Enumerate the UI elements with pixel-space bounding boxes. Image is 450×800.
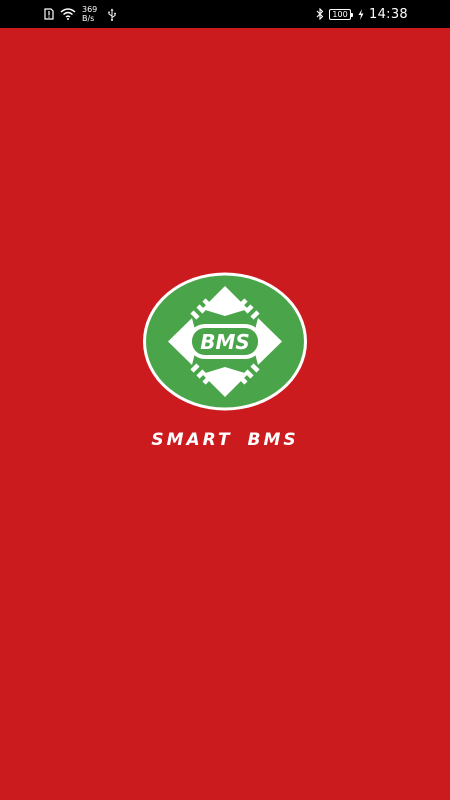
splash-screen: BMS SMART BMS [0, 28, 450, 800]
usb-icon [107, 8, 117, 21]
charging-icon [358, 8, 364, 20]
network-speed-unit: B/s [82, 14, 95, 23]
logo-text: BMS [200, 330, 250, 354]
app-name: SMART BMS [151, 430, 299, 450]
wifi-icon [60, 8, 76, 20]
status-bar: 369 B/s 100 14:38 [0, 0, 450, 28]
bluetooth-icon [316, 8, 324, 20]
status-left-group: 369 B/s [44, 4, 117, 24]
battery-icon: 100 [329, 8, 354, 20]
status-time: 14:38 [369, 6, 408, 22]
network-speed: 369 B/s [82, 5, 97, 23]
status-right-group: 100 14:38 [316, 4, 408, 24]
battery-level: 100 [332, 9, 348, 19]
bms-logo: BMS [143, 272, 307, 411]
sim-alert-icon [44, 8, 54, 20]
network-speed-value: 369 [82, 5, 98, 14]
